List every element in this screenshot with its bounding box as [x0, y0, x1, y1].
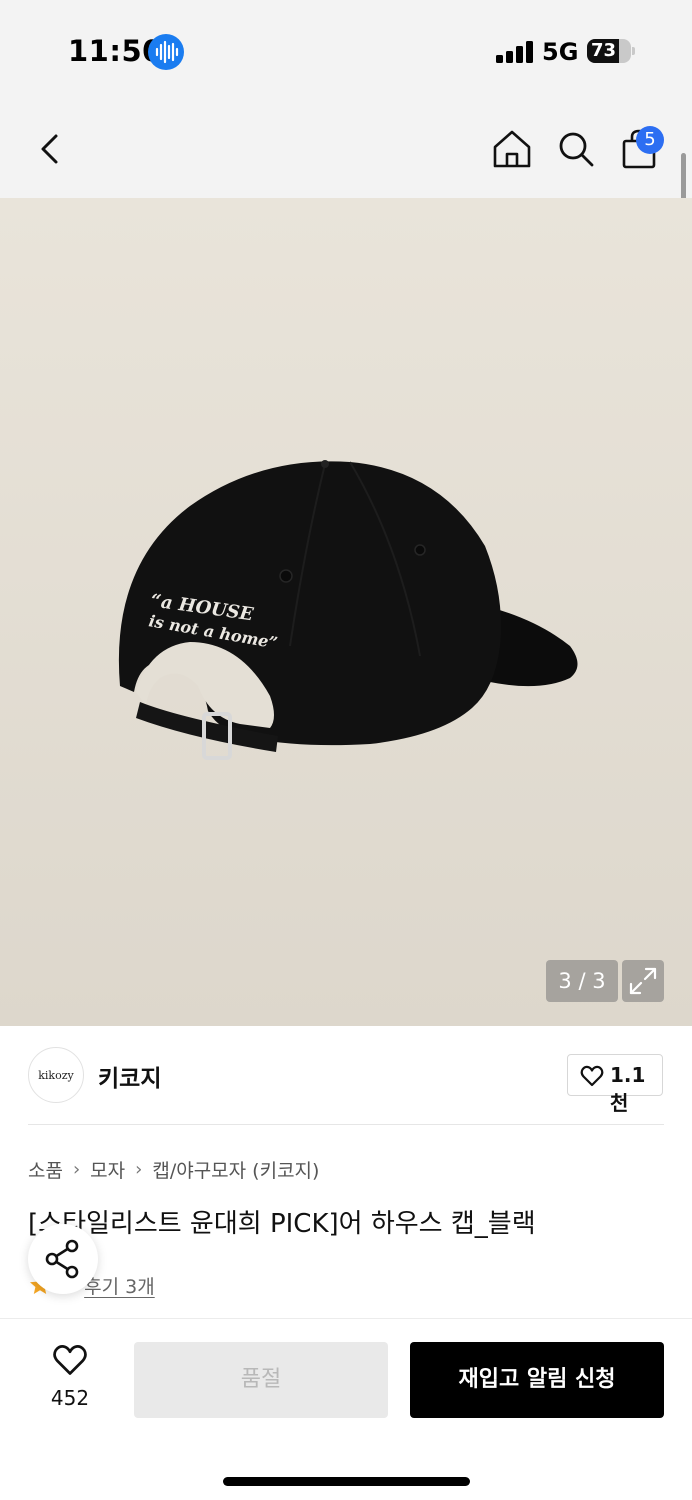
- cart-count-badge: 5: [636, 126, 664, 154]
- status-bar: 11:50 5G 73: [0, 0, 692, 100]
- search-icon: [559, 132, 594, 167]
- voice-recording-icon: [148, 34, 184, 70]
- brand-name[interactable]: 키코지: [98, 1059, 161, 1093]
- chevron-right-icon: ›: [135, 1158, 143, 1180]
- product-image: “a HOUSE is not a home”: [118, 460, 578, 760]
- heart-icon: [53, 1344, 87, 1375]
- expand-image-button[interactable]: [622, 960, 664, 1002]
- breadcrumb-item[interactable]: 모자: [90, 1156, 125, 1183]
- search-button[interactable]: [554, 127, 598, 171]
- cellular-signal-icon: [496, 41, 533, 63]
- home-icon: [493, 130, 531, 168]
- home-indicator[interactable]: [223, 1477, 470, 1486]
- divider: [28, 1124, 664, 1125]
- restock-alert-button[interactable]: 재입고 알림 신청: [410, 1342, 664, 1418]
- brand-like-button[interactable]: 1.1천: [567, 1054, 663, 1115]
- wishlist-button[interactable]: 452: [30, 1342, 110, 1418]
- battery-icon: 73: [587, 39, 631, 63]
- breadcrumb-item[interactable]: 소품: [28, 1156, 63, 1183]
- share-button[interactable]: [28, 1224, 98, 1294]
- share-icon: [45, 1239, 79, 1279]
- breadcrumb: 소품 › 모자 › 캡/야구모자 (키코지): [28, 1155, 319, 1183]
- soldout-button: 품절: [134, 1342, 388, 1418]
- product-image-gallery[interactable]: “a HOUSE is not a home”: [0, 198, 692, 1026]
- back-icon: [41, 134, 58, 164]
- app-header: [0, 100, 692, 198]
- product-title: [스타일리스트 윤대희 PICK]어 하우스 캡_블랙: [28, 1209, 536, 1239]
- home-button[interactable]: [490, 127, 534, 171]
- battery-cap: [632, 47, 635, 55]
- wishlist-count: 452: [50, 1386, 90, 1410]
- breadcrumb-item[interactable]: 캡/야구모자 (키코지): [152, 1156, 319, 1183]
- expand-icon: [629, 967, 657, 995]
- heart-icon: [580, 1065, 604, 1087]
- back-button[interactable]: [28, 127, 72, 171]
- chevron-right-icon: ›: [72, 1158, 81, 1180]
- image-counter: 3 / 3: [546, 960, 618, 1002]
- brand-like-count: 1.1천: [610, 1063, 646, 1115]
- network-type: 5G: [542, 38, 579, 66]
- brand-logo[interactable]: kikozy: [28, 1047, 84, 1103]
- battery-percent: 73: [591, 40, 617, 61]
